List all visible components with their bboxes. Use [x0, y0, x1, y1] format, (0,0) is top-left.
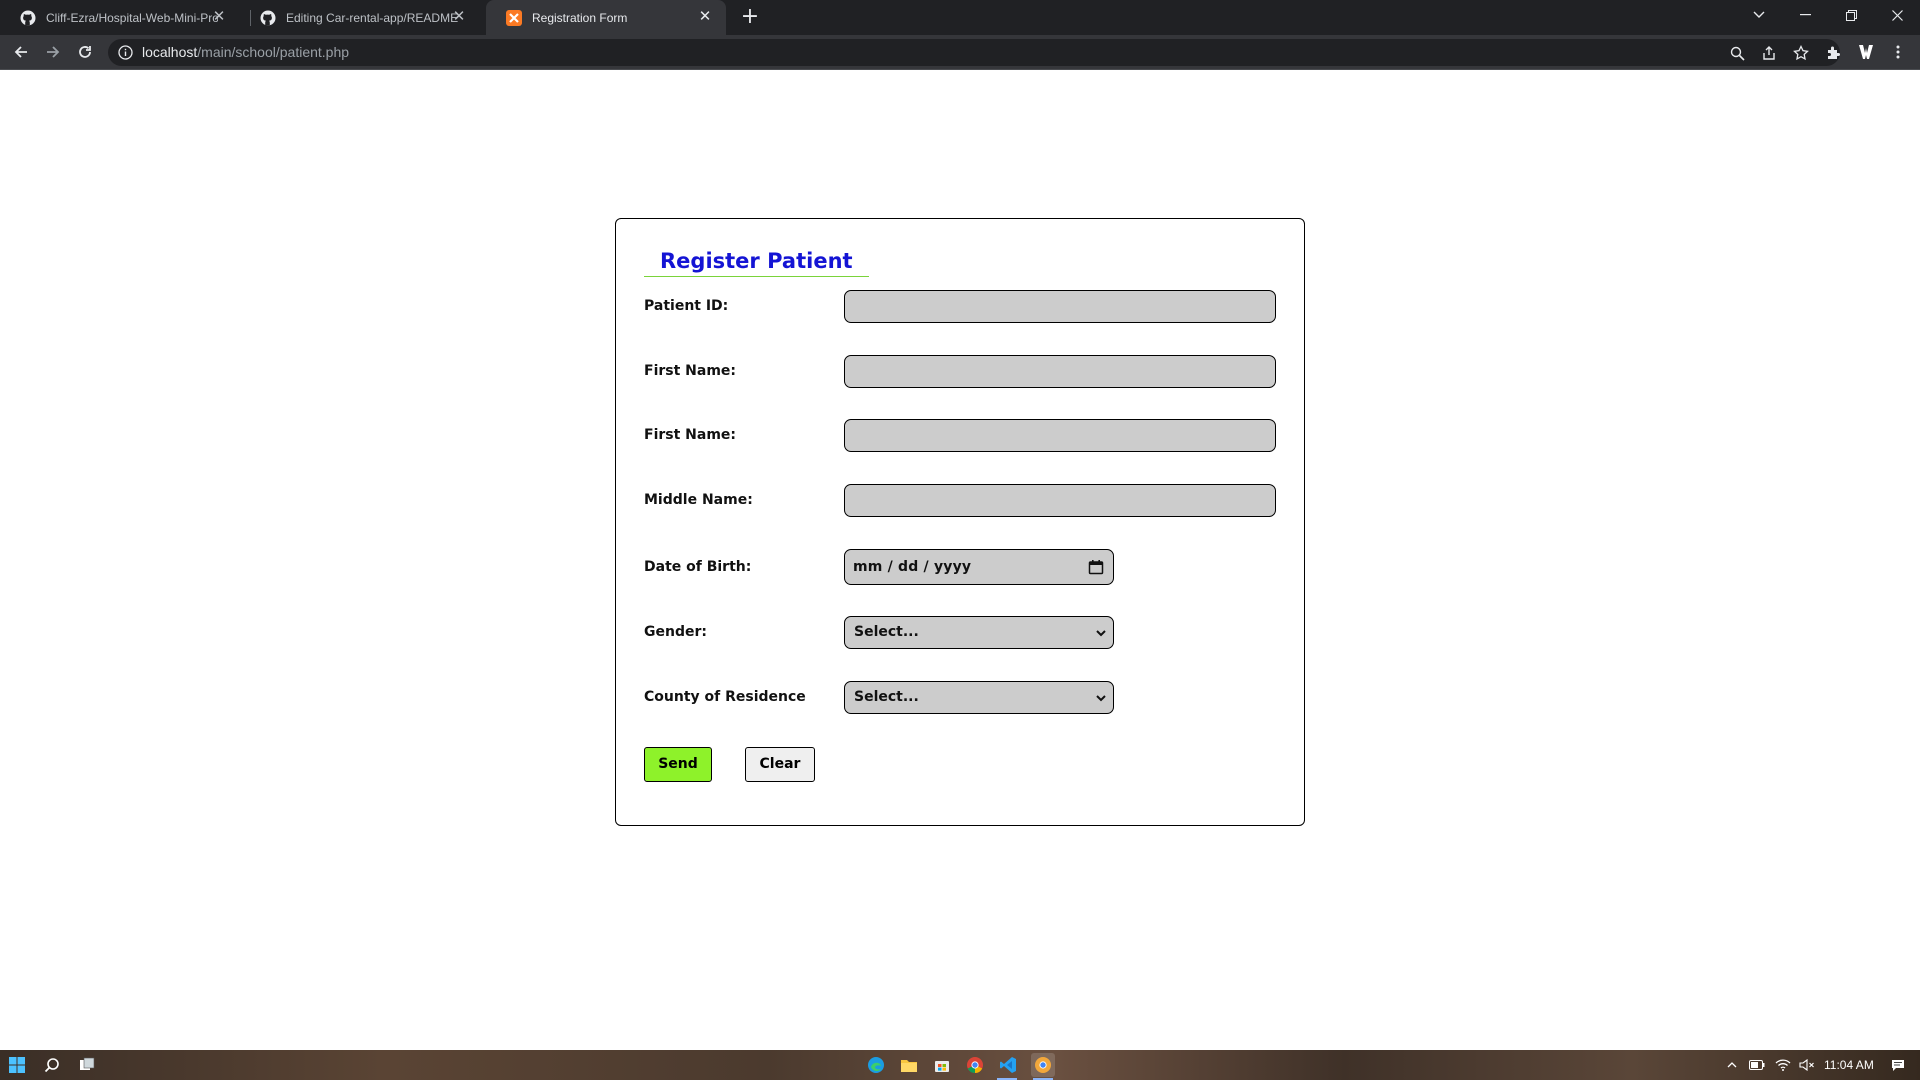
back-arrow-icon	[14, 46, 27, 58]
tab-title: Editing Car-rental-app/README.m	[286, 10, 458, 25]
county-label: County of Residence	[644, 689, 806, 705]
date-of-birth-label: Date of Birth:	[644, 559, 752, 575]
send-button[interactable]: Send	[644, 747, 712, 782]
county-select[interactable]: Select...	[844, 681, 1114, 714]
chrome-icon[interactable]	[965, 1055, 985, 1075]
browser-toolbar: localhost/main/school/patient.php	[0, 35, 1920, 70]
battery-icon[interactable]	[1748, 1055, 1766, 1075]
restore-icon[interactable]	[1828, 0, 1874, 30]
notification-center-icon[interactable]	[1888, 1055, 1908, 1075]
store-icon[interactable]	[932, 1055, 952, 1075]
date-of-birth-input[interactable]: mm / dd / yyyy	[844, 549, 1114, 585]
second-first-name-label: First Name:	[644, 427, 737, 443]
page-viewport: Register Patient Patient ID: First Name:…	[0, 71, 1920, 1050]
search-icon[interactable]	[42, 1055, 62, 1075]
profile-extension-icon[interactable]	[1856, 42, 1876, 62]
show-hidden-icons-chevron-icon[interactable]	[1724, 1055, 1740, 1075]
windows-start-icon[interactable]	[7, 1055, 27, 1075]
middle-name-label: Middle Name:	[644, 492, 753, 508]
xampp-icon	[506, 9, 522, 26]
task-view-icon[interactable]	[77, 1055, 97, 1075]
county-selected-value: Select...	[854, 689, 919, 705]
first-name-input[interactable]	[844, 355, 1276, 388]
patient-id-label: Patient ID:	[644, 298, 729, 314]
gender-selected-value: Select...	[854, 624, 919, 640]
close-tab-icon[interactable]: ✕	[210, 8, 228, 26]
first-name-label: First Name:	[644, 363, 737, 379]
address-bar[interactable]: localhost/main/school/patient.php	[108, 39, 1840, 66]
second-first-name-input[interactable]	[844, 419, 1276, 452]
tab-title: Registration Form	[532, 10, 628, 25]
url-text: localhost/main/school/patient.php	[142, 39, 349, 66]
forward-arrow-icon	[47, 46, 60, 58]
minimize-icon[interactable]	[1782, 0, 1828, 30]
date-placeholder: mm / dd / yyyy	[853, 559, 972, 575]
url-host: localhost	[142, 44, 198, 60]
form-title: Register Patient	[644, 247, 869, 277]
chevron-down-icon	[1095, 627, 1107, 639]
middle-name-input[interactable]	[844, 484, 1276, 517]
volume-muted-icon[interactable]	[1798, 1055, 1816, 1075]
github-icon	[260, 10, 276, 26]
reload-icon	[79, 46, 91, 58]
gender-label: Gender:	[644, 624, 707, 640]
clear-button[interactable]: Clear	[745, 747, 815, 782]
forward-button[interactable]	[40, 39, 66, 65]
vscode-icon[interactable]	[998, 1055, 1018, 1075]
wifi-icon[interactable]	[1774, 1055, 1792, 1075]
tab-hospital-repo[interactable]: Cliff-Ezra/Hospital-Web-Mini-Pro ✕	[0, 0, 240, 35]
back-button[interactable]	[8, 39, 34, 65]
file-explorer-icon[interactable]	[899, 1055, 919, 1075]
bookmark-star-icon[interactable]	[1792, 44, 1810, 62]
close-tab-icon[interactable]: ✕	[450, 8, 468, 26]
share-icon[interactable]	[1760, 44, 1778, 62]
url-path: /main/school/patient.php	[197, 44, 350, 60]
chrome-menu-icon[interactable]	[1888, 42, 1908, 62]
site-info-icon[interactable]	[118, 45, 133, 60]
new-tab-button[interactable]: +	[738, 6, 762, 30]
patient-id-input[interactable]	[844, 290, 1276, 323]
gender-select[interactable]: Select...	[844, 616, 1114, 649]
chevron-down-icon	[1095, 692, 1107, 704]
reload-button[interactable]	[72, 39, 98, 65]
close-window-icon[interactable]	[1874, 0, 1920, 30]
close-tab-icon[interactable]: ✕	[696, 8, 714, 26]
windows-taskbar: 11:04 AM	[0, 1050, 1920, 1080]
chrome-canary-icon[interactable]	[1031, 1053, 1055, 1077]
calendar-icon[interactable]	[1088, 559, 1104, 575]
tab-title: Cliff-Ezra/Hospital-Web-Mini-Pro	[46, 10, 218, 25]
taskbar-clock[interactable]: 11:04 AM	[1824, 1050, 1874, 1080]
tab-car-rental-readme[interactable]: Editing Car-rental-app/README.m ✕	[240, 0, 480, 35]
tab-registration-form[interactable]: Registration Form ✕	[486, 0, 726, 35]
tab-strip: Cliff-Ezra/Hospital-Web-Mini-Pro ✕ Editi…	[0, 0, 1920, 35]
edge-icon[interactable]	[866, 1055, 886, 1075]
extensions-puzzle-icon[interactable]	[1824, 42, 1844, 62]
zoom-icon[interactable]	[1728, 44, 1746, 62]
github-icon	[20, 10, 36, 26]
tab-search-icon[interactable]	[1736, 0, 1782, 30]
registration-form: Register Patient Patient ID: First Name:…	[615, 218, 1305, 826]
